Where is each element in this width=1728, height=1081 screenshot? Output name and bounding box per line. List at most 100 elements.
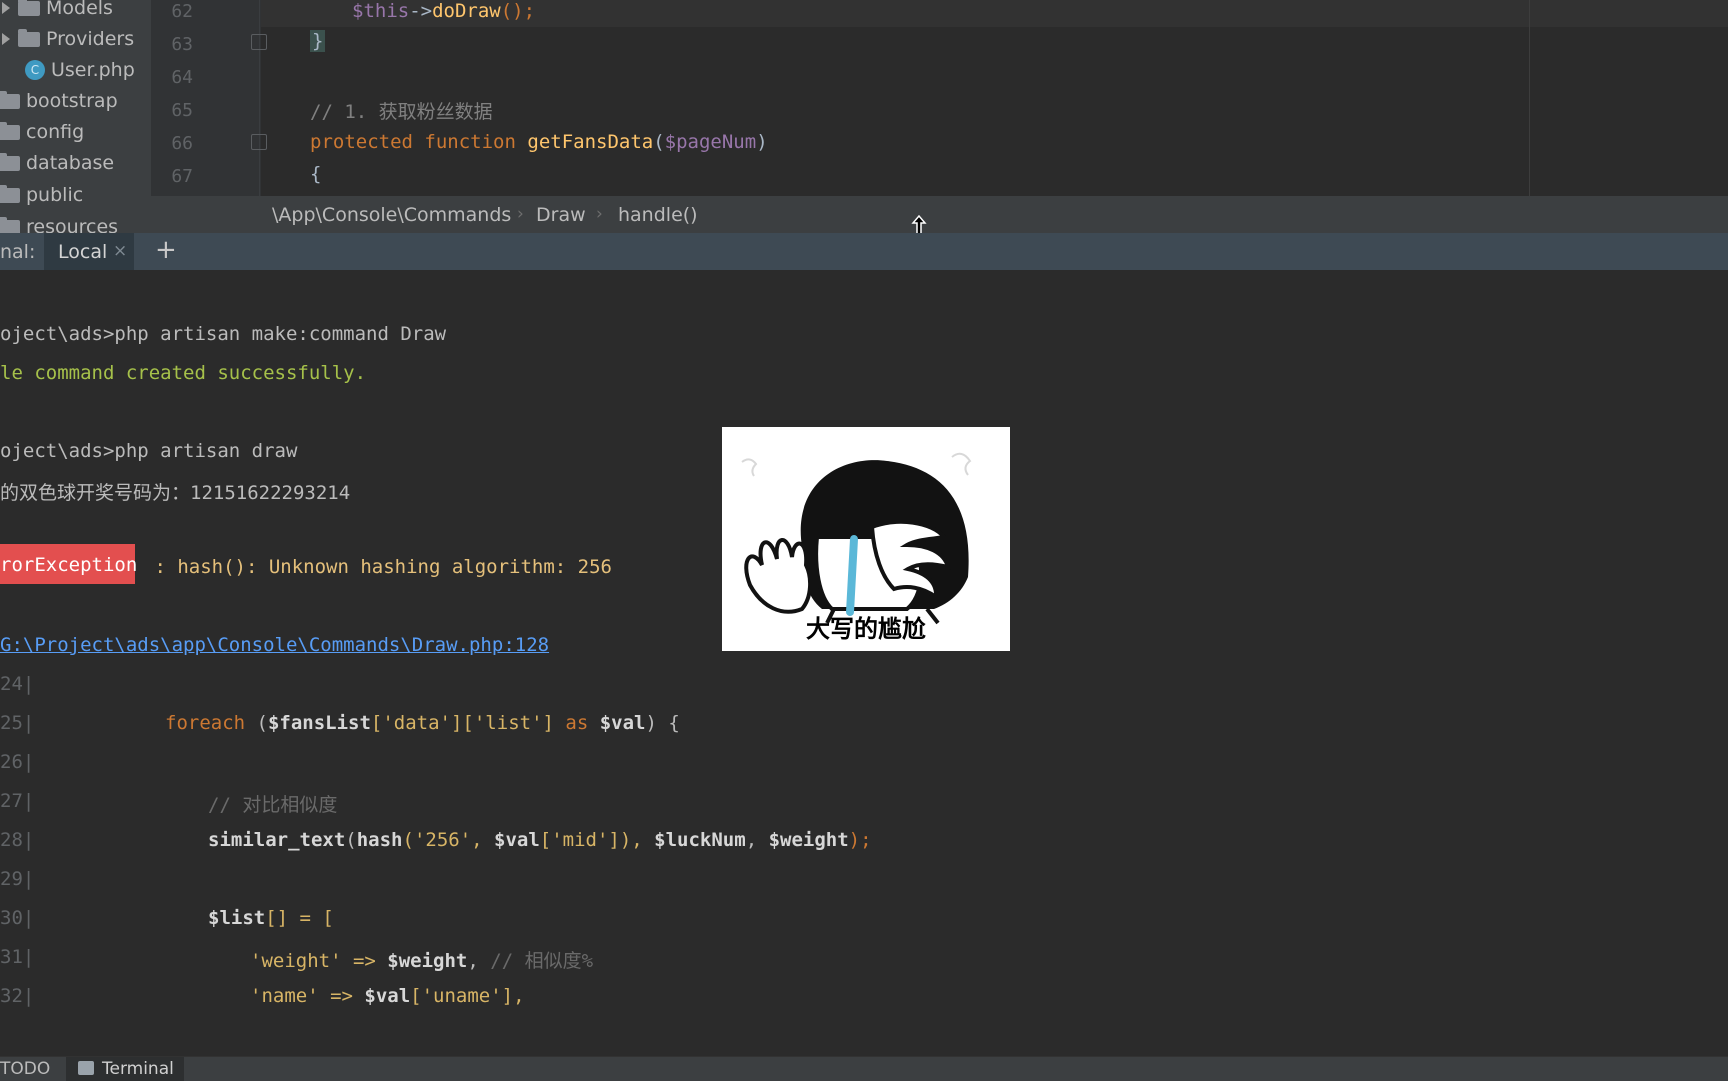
expand-arrow-icon[interactable] [2, 2, 10, 14]
tree-item-user-php[interactable]: C User.php [25, 55, 135, 85]
terminal-output-line: 的双色球开奖号码为：12151622293214 [0, 482, 351, 504]
code-token: ) [756, 131, 768, 153]
expand-arrow-icon[interactable] [2, 33, 10, 45]
breadcrumb: \App\Console\Commands › Draw › handle() [151, 196, 1728, 233]
code-token: $list [208, 907, 266, 929]
code-token: 'name' [250, 985, 319, 1007]
code-token: $val [364, 985, 411, 1007]
breadcrumb-method[interactable]: handle() [618, 204, 698, 226]
snippet-line-number: 28| [0, 829, 35, 851]
line-number: 64 [171, 67, 193, 88]
code-token: foreach [165, 712, 246, 734]
error-file-link[interactable]: G:\Project\ads\app\Console\Commands\Draw… [0, 634, 549, 656]
tree-item-database[interactable]: database [0, 148, 114, 178]
snippet-line-number: 32| [0, 985, 35, 1007]
tree-item-bootstrap[interactable]: bootstrap [0, 86, 118, 116]
meme-caption: 大写的尴尬 [806, 615, 926, 643]
code-token: ( [245, 712, 268, 734]
code-token: [] = [ [265, 907, 334, 929]
code-token: getFansData [527, 131, 654, 153]
code-token: $val [588, 712, 646, 734]
snippet-line-130: $list[] = [ [208, 907, 334, 929]
code-token: $weight [768, 829, 849, 851]
meme-sticker: 大写的尴尬 [722, 427, 1010, 651]
code-token: => [318, 985, 365, 1007]
code-token: (); [500, 0, 536, 22]
line-number: 62 [171, 1, 193, 22]
tree-item-label: resources [26, 216, 119, 233]
snippet-line-number: 31| [0, 946, 35, 968]
code-token: function [424, 131, 516, 153]
tree-item-label: database [26, 152, 115, 174]
error-message: : hash(): Unknown hashing algorithm: 256 [143, 556, 612, 578]
tree-item-config[interactable]: config [0, 117, 84, 147]
snippet-line-number: 25| [0, 712, 35, 734]
code-token: ['uname'], [410, 985, 525, 1007]
code-token: ( [345, 829, 357, 851]
folder-icon [0, 152, 20, 171]
fold-marker-icon[interactable] [251, 34, 267, 50]
facepalm-meme-image: 大写的尴尬 [722, 427, 1010, 651]
code-token: hash [356, 829, 403, 851]
code-token: $this [352, 0, 410, 22]
terminal-command: oject\ads>php artisan make:command Draw [0, 323, 447, 345]
code-line-67: { [310, 163, 322, 185]
folder-icon [18, 28, 40, 47]
code-token: ['data']['list'] [370, 712, 566, 734]
snippet-line-number: 30| [0, 907, 35, 929]
code-token: // 相似度% [490, 950, 594, 972]
todo-tool-button[interactable]: TODO [0, 1059, 50, 1079]
code-token: ( [653, 131, 665, 153]
terminal-icon [78, 1061, 94, 1075]
code-token: similar_text [208, 829, 346, 851]
fold-marker-icon[interactable] [251, 134, 267, 150]
breadcrumb-class[interactable]: Draw [536, 204, 586, 226]
chevron-right-icon: › [517, 204, 524, 224]
folder-icon [18, 0, 40, 16]
terminal-tool-button[interactable]: Terminal [66, 1057, 184, 1081]
line-number: 67 [171, 166, 193, 187]
tree-item-label: Providers [46, 28, 135, 50]
fold-guide [259, 0, 260, 196]
add-tab-icon[interactable]: + [155, 235, 177, 265]
code-line-65: // 1. 获取粉丝数据 [310, 101, 493, 123]
terminal-output[interactable] [0, 270, 1728, 1056]
tab-local[interactable]: Local × [44, 233, 134, 270]
folder-icon [0, 90, 20, 109]
tree-item-public[interactable]: public [0, 180, 83, 210]
close-icon[interactable]: × [113, 241, 127, 261]
code-token: ) { [645, 712, 680, 734]
folder-icon [0, 184, 20, 203]
terminal-tab-bar: nal: Local × + [0, 233, 1728, 270]
code-line-66: protected function getFansData($pageNum) [310, 131, 768, 153]
snippet-line-number: 24| [0, 673, 35, 695]
snippet-line-128: similar_text(hash('256', $val['mid']), $… [208, 829, 872, 851]
folder-icon [0, 216, 20, 233]
breadcrumb-namespace[interactable]: \App\Console\Commands [272, 204, 511, 226]
code-token: $val [494, 829, 540, 851]
code-token: $weight [387, 950, 468, 972]
tree-item-label: bootstrap [26, 90, 118, 112]
snippet-line-132: 'name' => $val['uname'], [250, 985, 525, 1007]
code-token: protected [310, 131, 413, 153]
php-class-icon: C [25, 60, 45, 80]
terminal-tool-label: Terminal [102, 1059, 174, 1079]
code-token: as [565, 712, 589, 734]
code-token: 'weight' [250, 950, 342, 972]
snippet-line-125: foreach ($fansList['data']['list'] as $v… [165, 712, 680, 734]
terminal-output-line: le command created successfully. [0, 362, 367, 384]
code-token: ('256', [402, 829, 495, 851]
tree-item-label: Models [46, 0, 113, 19]
tree-item-resources[interactable]: resources [0, 212, 118, 233]
project-tree: Models Providers C User.php bootstrap co… [0, 0, 151, 233]
code-token: ['mid']), [539, 829, 655, 851]
tree-item-models[interactable]: Models [2, 0, 113, 23]
snippet-line-131: 'weight' => $weight, // 相似度% [250, 946, 593, 973]
error-badge-label: rorException [0, 554, 138, 576]
code-token: => [341, 950, 388, 972]
tree-item-providers[interactable]: Providers [2, 24, 134, 54]
chevron-right-icon: › [596, 204, 603, 224]
tree-item-label: config [26, 121, 85, 143]
terminal-command: oject\ads>php artisan draw [0, 440, 298, 462]
terminal-label: nal: [0, 241, 36, 263]
